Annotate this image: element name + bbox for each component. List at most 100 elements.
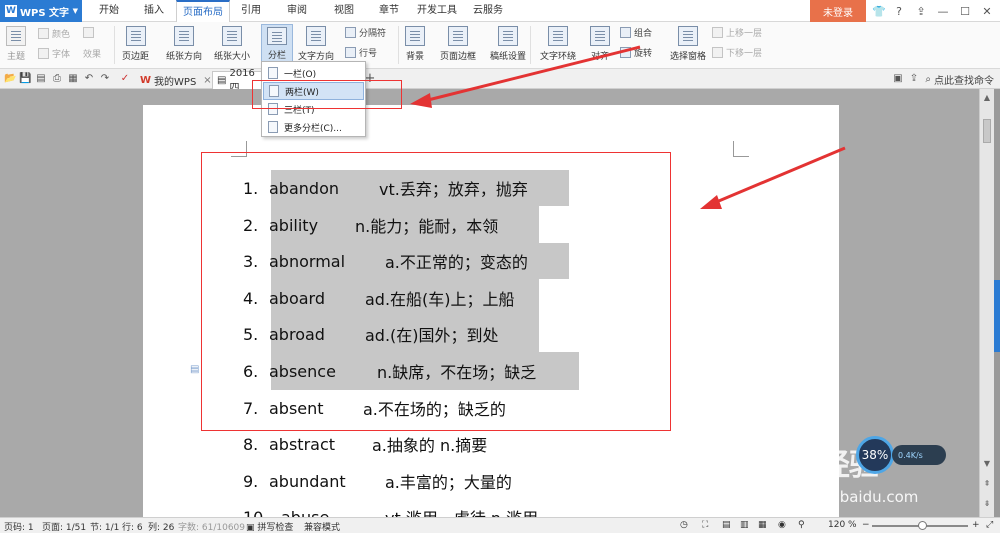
network-speed-widget[interactable]: 38% 0.4K/s [856, 436, 946, 474]
tab-developer[interactable]: 开发工具 [414, 0, 460, 22]
spell-check-icon: ▣ [246, 523, 258, 533]
page-border-button[interactable]: 页面边框 [440, 26, 476, 62]
page[interactable]: 1. abandon vt.丢弃；放弃，抛弃 2. ability n.能力；能耐，本领… [143, 105, 839, 517]
text-wrap-button[interactable]: 文字环绕 [540, 26, 576, 62]
background-button[interactable]: 背景 [405, 26, 425, 62]
annotation-highlight-box [252, 80, 402, 109]
separator-button[interactable]: 分隔符 [345, 26, 386, 39]
scroll-thumb[interactable] [983, 119, 991, 143]
tab-my-wps[interactable]: W 我的WPS × [136, 71, 216, 89]
eye-protect-icon[interactable]: ◉ [778, 520, 786, 530]
vertical-scrollbar[interactable]: ▲ ▼ ⇞ ⇟ [979, 89, 994, 517]
prev-page-icon[interactable]: ⇞ [980, 477, 994, 491]
undo-icon[interactable]: ↶ [83, 73, 95, 85]
status-word-count[interactable]: 字数: 61/10609 [178, 520, 245, 533]
tab-references[interactable]: 引用 [234, 0, 268, 22]
zoom-in-icon[interactable]: + [972, 520, 980, 530]
export-pdf-icon[interactable]: ▤ [35, 73, 47, 85]
list-item[interactable]: 8. abstract a.抽象的 n.摘要 [243, 429, 487, 459]
login-button[interactable]: 未登录 [810, 0, 866, 22]
paragraph-marker-icon[interactable]: ▤ [190, 364, 199, 375]
doc-settings-icon[interactable]: ▣ [892, 73, 904, 85]
expand-icon[interactable]: ⤢ [986, 520, 993, 530]
margin-button[interactable]: 页边距 [122, 26, 149, 62]
zoom-level[interactable]: 120 % [828, 520, 857, 530]
print-icon[interactable]: ⎙ [51, 73, 63, 85]
align-button[interactable]: 对齐 [590, 26, 610, 62]
next-page-icon[interactable]: ⇟ [980, 497, 994, 511]
web-view-icon[interactable]: ▦ [758, 520, 767, 530]
scroll-down-icon[interactable]: ▼ [980, 457, 994, 471]
restore-ribbon-icon[interactable]: ⇪ [910, 0, 932, 22]
preview-icon[interactable]: ▦ [67, 73, 79, 85]
timer-icon[interactable]: ◷ [680, 520, 688, 530]
text-direction-button[interactable]: 文字方向 [298, 26, 334, 62]
maximize-button[interactable]: ☐ [954, 0, 976, 22]
tab-chapter[interactable]: 章节 [372, 0, 406, 22]
tab-bar: 📂 💾 ▤ ⎙ ▦ ↶ ↷ ✓ W 我的WPS × ▤ 2016四 + ▣ ⇪ … [0, 68, 1000, 94]
color-button[interactable]: 颜色 [38, 27, 70, 40]
tab-home[interactable]: 开始 [92, 0, 126, 22]
columns-icon [267, 27, 287, 45]
command-search[interactable]: ⌕ 点此查找命令 [925, 72, 994, 87]
tab-review[interactable]: 审阅 [280, 0, 314, 22]
zoom-out-icon[interactable]: − [862, 520, 870, 530]
selection-pane-icon [678, 26, 698, 46]
open-icon[interactable]: 📂 [4, 73, 16, 85]
save-icon[interactable]: 💾 [19, 73, 31, 85]
line-number-icon [345, 47, 356, 58]
scroll-up-icon[interactable]: ▲ [980, 91, 994, 105]
bring-forward-icon [712, 27, 723, 38]
close-button[interactable]: ✕ [976, 0, 998, 22]
draft-setting-button[interactable]: 稿纸设置 [490, 26, 526, 62]
effect-icon-button[interactable] [83, 27, 94, 38]
group-icon [620, 27, 631, 38]
columns-button[interactable]: 分栏 [261, 24, 293, 62]
side-panel-toggle[interactable] [994, 280, 1000, 352]
status-row: 行: 6 [122, 523, 143, 533]
group-button[interactable]: 组合 [620, 26, 652, 39]
font-icon [38, 48, 49, 59]
redo-icon[interactable]: ↷ [99, 73, 111, 85]
zoom-slider-knob[interactable] [918, 521, 927, 530]
tab-cloud[interactable]: 云服务 [468, 0, 508, 22]
menu-item-more-columns[interactable]: 更多分栏(C)... [263, 118, 364, 136]
margin-corner-mark [733, 141, 749, 157]
skin-icon[interactable]: 👕 [868, 0, 890, 22]
spell-check-toggle[interactable]: ▣ 拼写检查 [246, 520, 293, 533]
selection-pane-button[interactable]: 选择窗格 [670, 26, 706, 62]
one-column-icon [268, 67, 278, 79]
list-item[interactable]: 9. abundant a.丰富的；大量的 [243, 466, 512, 496]
app-menu-button[interactable]: W WPS 文字 ▼ [0, 0, 82, 22]
effect-button[interactable]: 效果 [83, 47, 101, 60]
theme-button[interactable]: 主题 [6, 26, 26, 62]
orientation-button[interactable]: 纸张方向 [166, 26, 202, 62]
reading-view-icon[interactable]: ▥ [740, 520, 749, 530]
font-scheme-button[interactable]: 字体 [38, 47, 70, 60]
send-backward-button[interactable]: 下移一层 [712, 46, 762, 59]
tab-insert[interactable]: 插入 [138, 0, 170, 22]
tab-view[interactable]: 视图 [327, 0, 361, 22]
watermark-url: jingyan.baidu.com [780, 488, 919, 506]
separator-icon [345, 27, 356, 38]
help-button[interactable]: ? [888, 0, 910, 22]
bring-forward-button[interactable]: 上移一层 [712, 26, 762, 39]
share-icon[interactable]: ⇪ [908, 73, 920, 85]
annotation-highlight-box [201, 152, 671, 431]
line-number-button[interactable]: 行号 [345, 46, 377, 59]
fullscreen-icon[interactable]: ⛶ [702, 520, 708, 530]
status-pages[interactable]: 页面: 1/51 [42, 520, 86, 533]
close-tab-icon[interactable]: × [203, 75, 211, 86]
minimize-button[interactable]: — [932, 0, 954, 22]
customize-icon[interactable]: ✓ [119, 73, 131, 85]
rotate-button[interactable]: 旋转 [620, 46, 652, 59]
tab-page-layout[interactable]: 页面布局 [176, 0, 230, 22]
orientation-icon [174, 26, 194, 46]
paper-size-button[interactable]: 纸张大小 [214, 26, 250, 62]
page-view-icon[interactable]: ▤ [722, 520, 731, 530]
pin-icon[interactable]: ⚲ [798, 520, 805, 530]
text-direction-icon [306, 26, 326, 46]
document-icon: ▤ [217, 75, 227, 86]
list-item[interactable]: 10.abusevt.滥用，虐待 n.滥用 [243, 502, 538, 518]
ribbon-divider [114, 26, 115, 64]
